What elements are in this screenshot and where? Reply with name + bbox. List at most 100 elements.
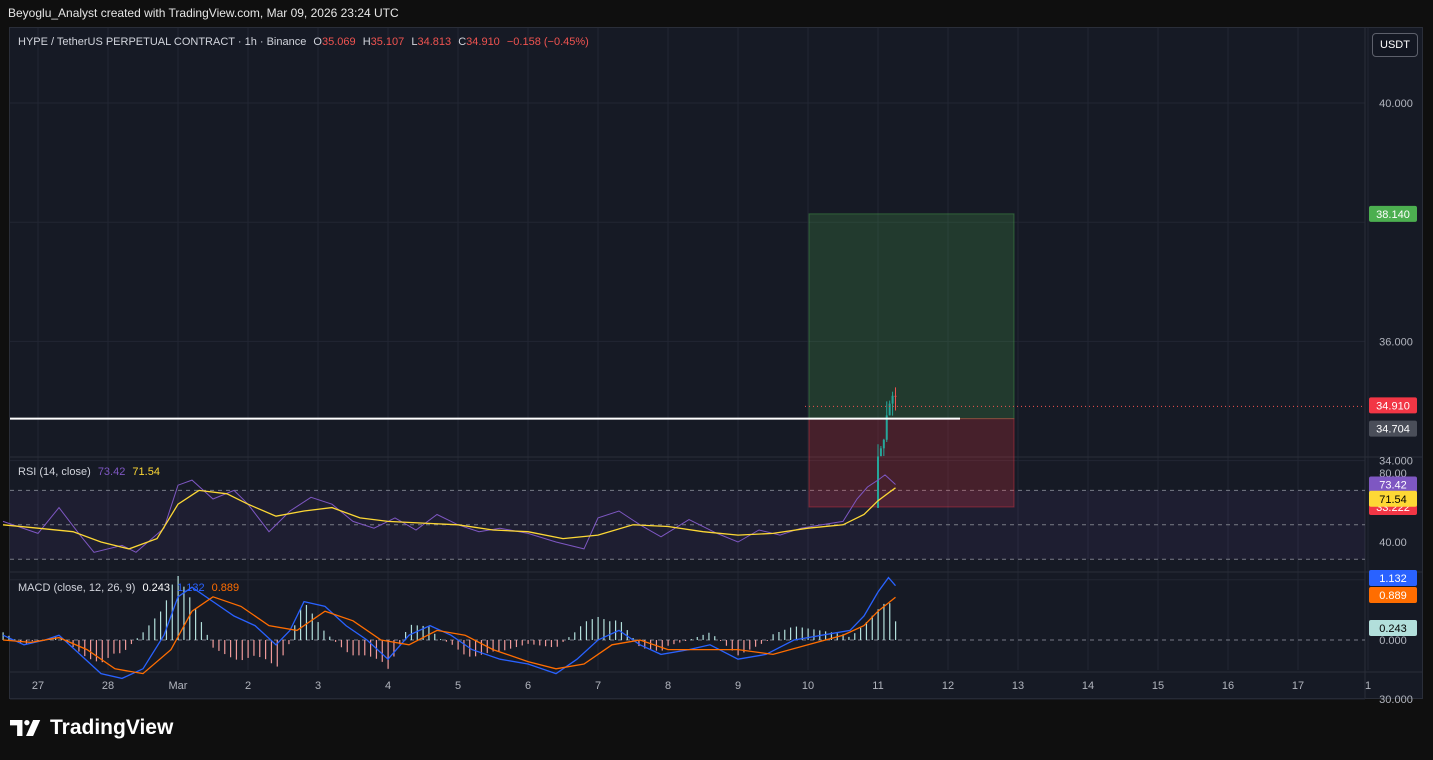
close-value: 34.910	[466, 36, 500, 48]
macd-histogram-bar	[95, 640, 98, 662]
tradingview-logo-icon	[10, 720, 41, 736]
macd-histogram-bar	[358, 640, 360, 656]
macd-histogram-bar	[755, 640, 757, 647]
macd-histogram-bar	[895, 621, 897, 640]
target-price-tag: 38.140	[1376, 209, 1410, 221]
macd-histogram-bar	[265, 640, 267, 660]
macd-histogram-bar	[142, 632, 144, 640]
macd-histogram-bar	[889, 603, 891, 640]
currency-button[interactable]: USDT	[1372, 33, 1418, 57]
grid	[10, 28, 1422, 700]
x-tick-label: 8	[665, 680, 671, 692]
macd-histogram-bar	[597, 616, 599, 640]
candle-body	[882, 439, 885, 449]
macd-histogram-bar	[410, 624, 413, 640]
macd-histogram-bar	[206, 634, 208, 640]
macd-histogram-bar	[212, 640, 214, 648]
macd-tick-label: 0.000	[1379, 635, 1407, 647]
target-zone	[808, 213, 1015, 420]
macd-histogram-bar	[416, 625, 418, 640]
macd-histogram-bar	[224, 640, 226, 655]
macd-histogram-bar	[760, 640, 763, 644]
macd-histogram-bar	[702, 634, 704, 640]
macd-histogram-bar	[498, 640, 500, 652]
macd-histogram-bar	[848, 636, 850, 640]
macd-histogram-bar	[580, 626, 582, 640]
macd-histogram-bar	[825, 631, 827, 640]
hist-value-tag: 0.243	[1379, 623, 1407, 635]
macd-histogram-bar	[311, 613, 313, 640]
macd-label[interactable]: MACD (close, 12, 26, 9)	[18, 582, 135, 594]
rsi-label[interactable]: RSI (14, close)	[18, 466, 91, 478]
macd-histogram-bar	[200, 622, 203, 640]
macd-histogram-bar	[457, 640, 459, 650]
tradingview-logo[interactable]: TradingView	[10, 716, 173, 740]
macd-histogram-bar	[504, 640, 506, 651]
x-tick-label: 6	[525, 680, 531, 692]
macd-histogram-bar	[720, 640, 722, 641]
macd-histogram-bar	[247, 640, 249, 658]
change-value: −0.158 (−0.45%)	[506, 36, 589, 48]
macd-histogram-bar	[725, 640, 728, 646]
macd-histogram-bar	[521, 640, 523, 646]
support-line	[10, 405, 1365, 420]
macd-histogram-bar	[282, 640, 284, 656]
macd-histogram-bar	[673, 640, 675, 645]
macd-histogram-bar	[148, 625, 150, 640]
high-value: 35.107	[370, 36, 405, 48]
macd-histogram-bar	[183, 586, 185, 640]
x-tick-label: 12	[942, 680, 954, 692]
x-tick-label: 1	[1365, 680, 1371, 692]
macd-histogram-bar	[539, 640, 541, 646]
price-legend: HYPE / TetherUS PERPETUAL CONTRACT · 1h …	[18, 36, 593, 48]
signal-value-tag: 0.889	[1379, 590, 1407, 602]
macd-histogram-bar	[113, 640, 115, 654]
macd-histogram-bar	[317, 622, 319, 640]
macd-histogram-bar	[294, 625, 296, 640]
y-tick-label: 40.000	[1379, 98, 1413, 110]
macd-histogram-bar	[883, 603, 885, 640]
macd-histogram-bar	[609, 621, 611, 640]
macd-histogram-bar	[259, 640, 261, 658]
chart-svg[interactable]: 2728Mar234567891011121314151617130.00032…	[0, 0, 1433, 760]
macd-histogram-bar	[352, 640, 354, 656]
low-value: 34.813	[417, 36, 452, 48]
macd-histogram-bar	[854, 633, 856, 640]
macd-histogram-bar	[871, 615, 873, 640]
macd-histogram-bar	[877, 609, 879, 640]
last-price-tag: 34.910	[1376, 400, 1410, 412]
x-tick-label: 3	[315, 680, 321, 692]
high-label: H	[362, 36, 371, 48]
macd-histogram-bar	[463, 640, 465, 655]
x-tick-label: Mar	[169, 680, 188, 692]
x-tick-label: 4	[385, 680, 391, 692]
price-labels: 38.14034.91034.70433.22273.4271.541.1320…	[1369, 205, 1417, 636]
macd-histogram-bar	[235, 640, 238, 660]
macd-histogram-bar	[550, 640, 553, 648]
x-tick-label: 15	[1152, 680, 1164, 692]
candle-body	[894, 395, 897, 397]
macd-histogram-bar	[574, 632, 576, 640]
macd-histogram-bar	[218, 640, 220, 651]
macd-histogram-bar	[125, 640, 127, 650]
macd-histogram-bar	[766, 640, 768, 641]
rsi-ma-tag: 71.54	[1379, 494, 1407, 506]
symbol-label[interactable]: HYPE / TetherUS PERPETUAL CONTRACT · 1h …	[18, 36, 306, 48]
macd-legend: MACD (close, 12, 26, 9) 0.243 1.132 0.88…	[18, 582, 243, 594]
open-label: O	[313, 36, 322, 48]
macd-histogram-bar	[270, 640, 273, 664]
macd-histogram-bar	[130, 640, 133, 645]
macd-histogram-bar	[305, 605, 308, 640]
macd-histogram-bar	[591, 619, 593, 640]
macd-histogram-bar	[737, 640, 739, 656]
macd-value-tag: 1.132	[1379, 573, 1407, 585]
macd-histogram-bar	[795, 626, 798, 640]
x-tick-label: 17	[1292, 680, 1304, 692]
x-tick-label: 27	[32, 680, 44, 692]
macd-histogram-bar	[335, 640, 337, 642]
macd-histogram-bar	[749, 640, 751, 650]
x-tick-label: 11	[872, 680, 883, 692]
macd-histogram-bar	[381, 640, 383, 662]
macd-histogram-bar	[119, 640, 121, 654]
x-tick-label: 16	[1222, 680, 1234, 692]
